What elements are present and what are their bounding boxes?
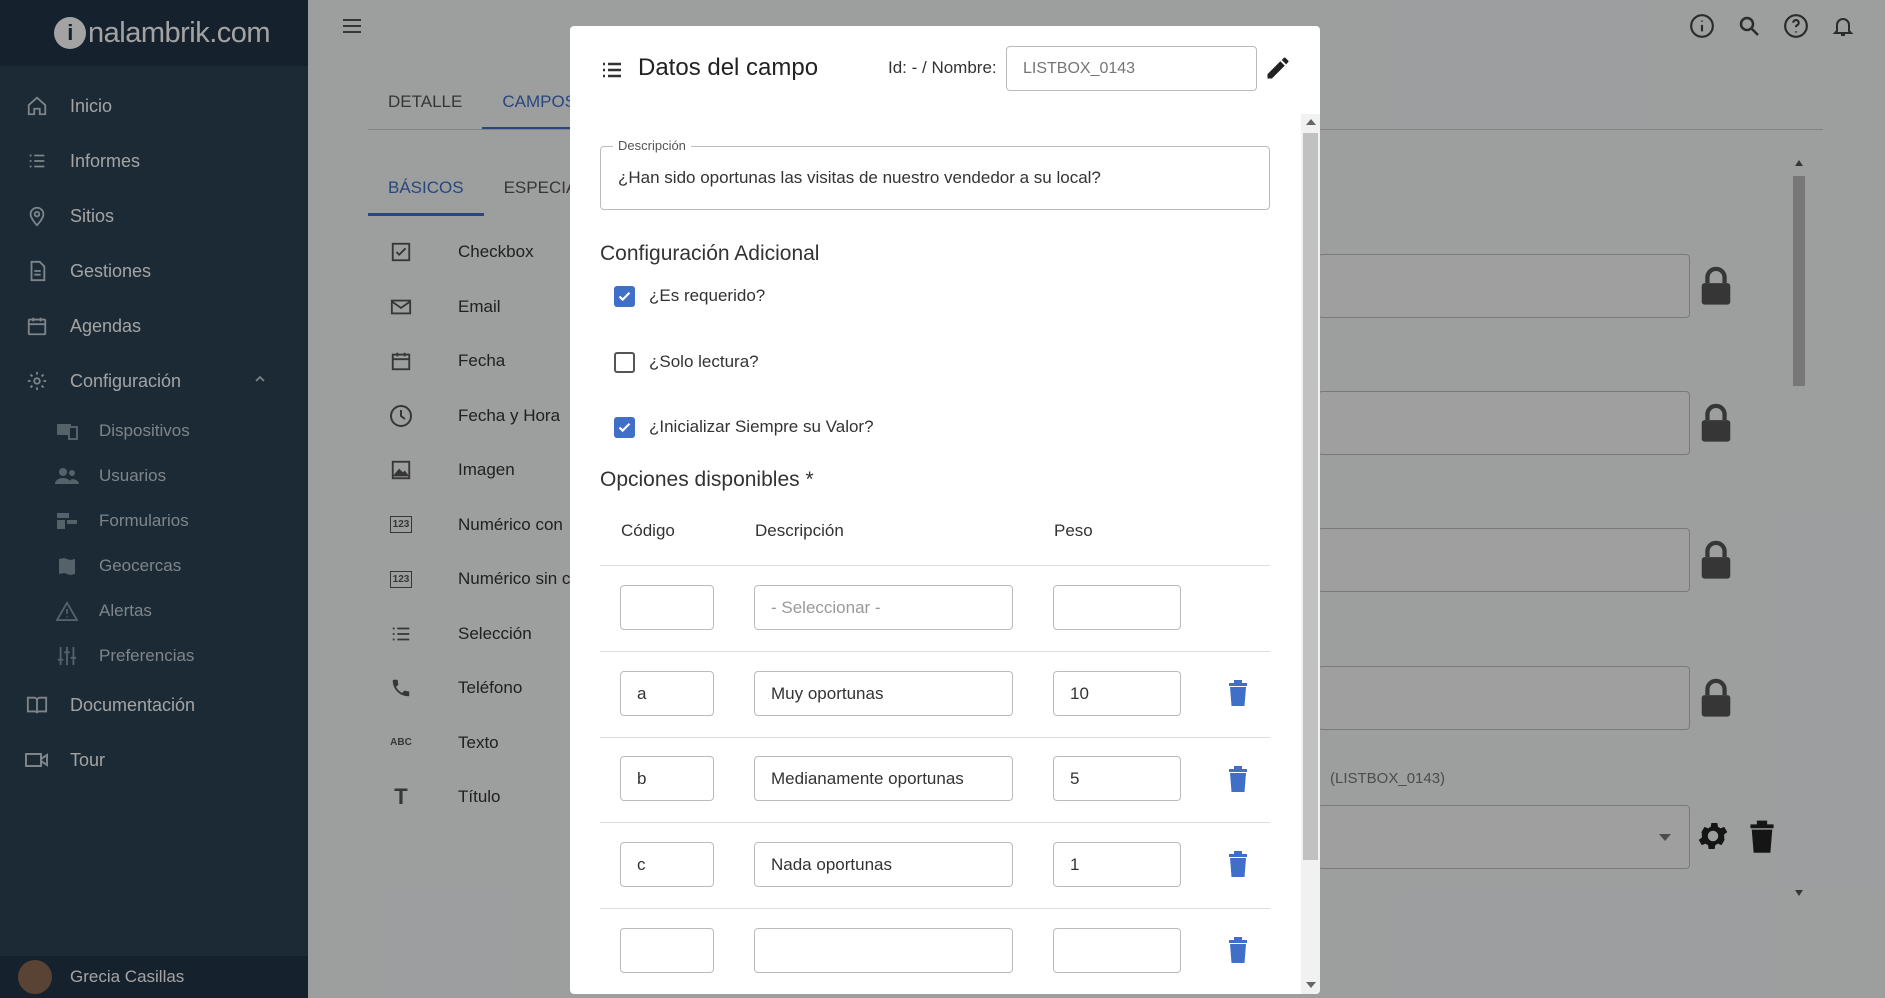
trash-icon[interactable] — [1226, 679, 1250, 707]
option-weight-input[interactable]: 1 — [1053, 842, 1181, 887]
option-weight-input[interactable]: 10 — [1053, 671, 1181, 716]
dialog-scrollbar-thumb[interactable] — [1303, 133, 1318, 860]
option-description-input[interactable]: Nada oportunas — [754, 842, 1013, 887]
checkbox-checked[interactable] — [614, 285, 635, 307]
description-value: ¿Han sido oportunas las visitas de nuest… — [618, 168, 1101, 187]
id-name-label: Id: - / Nombre: — [888, 58, 997, 77]
edit-icon[interactable] — [1264, 54, 1292, 82]
option-code-input[interactable]: a — [620, 671, 714, 716]
trash-icon[interactable] — [1226, 936, 1250, 964]
required-checkbox-row[interactable]: ¿Es requerido? — [614, 281, 765, 311]
new-description-select[interactable]: - Seleccionar - — [754, 585, 1013, 630]
dialog-header: Datos del campo Id: - / Nombre: — [570, 26, 1320, 114]
table-divider — [600, 908, 1270, 909]
readonly-checkbox-row[interactable]: ¿Solo lectura? — [614, 347, 759, 377]
table-divider — [600, 737, 1270, 738]
column-header-peso: Peso — [1054, 521, 1093, 540]
new-code-input[interactable] — [620, 585, 714, 630]
option-code-input[interactable]: c — [620, 842, 714, 887]
checkbox-label: ¿Es requerido? — [649, 286, 766, 305]
new-weight-input[interactable] — [1053, 585, 1181, 630]
checkbox-label: ¿Inicializar Siempre su Valor? — [649, 417, 874, 436]
scroll-down-arrow[interactable] — [1306, 982, 1316, 988]
description-label: Descripción — [613, 138, 691, 153]
config-section-title: Configuración Adicional — [600, 242, 820, 265]
option-code-input[interactable] — [620, 928, 714, 973]
initialize-checkbox-row[interactable]: ¿Inicializar Siempre su Valor? — [614, 412, 874, 442]
options-section-title: Opciones disponibles * — [600, 468, 814, 491]
list-icon — [603, 62, 621, 78]
checkbox-checked[interactable] — [614, 416, 635, 438]
option-weight-input[interactable] — [1053, 928, 1181, 973]
trash-icon[interactable] — [1226, 765, 1250, 793]
checkbox-unchecked[interactable] — [614, 351, 635, 373]
table-divider — [600, 651, 1270, 652]
field-data-dialog: Datos del campo Id: - / Nombre: Descripc… — [570, 26, 1320, 994]
column-header-descripcion: Descripción — [755, 521, 844, 540]
dialog-title: Datos del campo — [638, 54, 819, 81]
option-weight-input[interactable]: 5 — [1053, 756, 1181, 801]
option-description-input[interactable] — [754, 928, 1013, 973]
option-description-input[interactable]: Muy oportunas — [754, 671, 1013, 716]
column-header-codigo: Código — [621, 521, 675, 540]
scroll-up-arrow[interactable] — [1306, 119, 1316, 125]
option-code-input[interactable]: b — [620, 756, 714, 801]
trash-icon[interactable] — [1226, 850, 1250, 878]
field-name-input[interactable] — [1006, 46, 1257, 91]
dialog-content: Descripción ¿Han sido oportunas las visi… — [570, 114, 1320, 994]
description-field[interactable]: Descripción ¿Han sido oportunas las visi… — [600, 138, 1270, 210]
table-divider — [600, 565, 1270, 566]
table-divider — [600, 822, 1270, 823]
checkbox-label: ¿Solo lectura? — [649, 352, 759, 371]
option-description-input[interactable]: Medianamente oportunas — [754, 756, 1013, 801]
